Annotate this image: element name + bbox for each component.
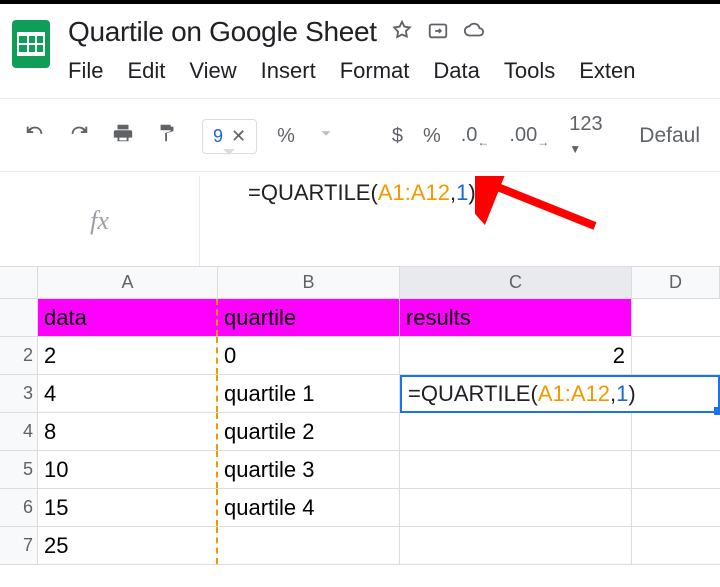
paste-value: 9 [213,126,223,147]
fx-fn: QUARTILE [261,180,371,205]
active-cell-c3[interactable]: =QUARTILE(A1:A12,1) [400,375,720,413]
row-header-2[interactable]: 2 [0,337,38,374]
increase-decimal-button[interactable]: .00→ [509,124,549,149]
cell-d5[interactable] [632,451,720,488]
menu-view[interactable]: View [189,58,236,84]
format-dropdown-icon[interactable] [315,122,337,150]
close-chip-icon[interactable]: ✕ [231,126,246,147]
menu-format[interactable]: Format [340,58,410,84]
paint-format-icon[interactable] [156,122,178,150]
cell-b6[interactable]: quartile 4 [218,489,400,526]
fx-arg: 1 [456,180,468,205]
decrease-decimal-button[interactable]: .0← [461,124,490,149]
number-format-button[interactable]: 123 ▼ [569,113,611,159]
menu-file[interactable]: File [68,58,103,84]
cell-b2[interactable]: 0 [218,337,400,374]
cell-b1[interactable]: quartile [218,299,400,336]
fx-label: fx [0,176,200,266]
menu-edit[interactable]: Edit [127,58,165,84]
print-icon[interactable] [112,122,134,150]
cell-c5[interactable] [400,451,632,488]
row-header-5[interactable]: 5 [0,451,38,488]
cell-d1[interactable] [632,299,720,336]
spreadsheet-grid[interactable]: A B C D data quartile results 2 2 0 2 3 … [0,267,720,565]
row-header-7[interactable]: 7 [0,527,38,564]
redo-icon[interactable] [68,122,90,150]
fx-open: ( [370,180,377,205]
document-title[interactable]: Quartile on Google Sheet [68,16,377,48]
cell-a6[interactable]: 15 [38,489,218,526]
sheets-logo-icon[interactable] [12,20,50,68]
cell-c7[interactable] [400,527,632,564]
font-selector[interactable]: Defaul [639,124,700,148]
cell-d7[interactable] [632,527,720,564]
cell-d2[interactable] [632,337,720,374]
cloud-status-icon[interactable] [463,19,485,46]
cell-c6[interactable] [400,489,632,526]
row-header-6[interactable]: 6 [0,489,38,526]
undo-icon[interactable] [24,122,46,150]
cell-b5[interactable]: quartile 3 [218,451,400,488]
format-currency-button[interactable]: $ [392,125,403,148]
cell-a5[interactable]: 10 [38,451,218,488]
paste-preview-chip[interactable]: 9 ✕ [202,119,257,154]
fx-range: A1:A12 [378,180,450,205]
menu-insert[interactable]: Insert [261,58,316,84]
af-eq: = [408,381,421,407]
row-header-4[interactable]: 4 [0,413,38,450]
af-range: A1:A12 [538,381,610,407]
menu-data[interactable]: Data [433,58,479,84]
select-all-corner[interactable] [0,267,38,298]
cell-d4[interactable] [632,413,720,450]
cell-a7[interactable]: 25 [38,527,218,564]
cell-b3[interactable]: quartile 1 [218,375,400,412]
cell-a1[interactable]: data [38,299,218,336]
cell-c2[interactable]: 2 [400,337,632,374]
af-arg: 1 [616,381,628,407]
cell-b4[interactable]: quartile 2 [218,413,400,450]
row-header-3[interactable]: 3 [0,375,38,412]
cell-c1[interactable]: results [400,299,632,336]
af-open: ( [530,381,537,407]
af-close: ) [628,381,635,407]
format-percent-button[interactable]: % [423,125,441,148]
cell-d6[interactable] [632,489,720,526]
cell-a2[interactable]: 2 [38,337,218,374]
column-header-d[interactable]: D [632,267,720,298]
fill-handle[interactable] [714,407,720,415]
toolbar: 9 ✕ % $ % .0← .00→ 123 ▼ Defaul [0,99,720,171]
column-header-b[interactable]: B [218,267,400,298]
menu-bar: File Edit View Insert Format Data Tools … [68,58,636,84]
fx-eq: = [248,180,261,205]
annotation-arrow-icon [475,176,605,236]
row-header-1[interactable] [0,299,38,336]
af-fn: QUARTILE [421,381,531,407]
cell-b7[interactable] [218,527,400,564]
percent-trunc-icon: % [277,125,295,148]
cell-a4[interactable]: 8 [38,413,218,450]
move-folder-icon[interactable] [427,19,449,46]
star-icon[interactable] [391,19,413,46]
cell-c4[interactable] [400,413,632,450]
column-header-a[interactable]: A [38,267,218,298]
menu-tools[interactable]: Tools [504,58,555,84]
cell-a3[interactable]: 4 [38,375,218,412]
formula-bar[interactable]: =QUARTILE(A1:A12,1) [200,176,476,206]
column-header-c[interactable]: C [400,267,632,298]
menu-extensions[interactable]: Exten [579,58,635,84]
